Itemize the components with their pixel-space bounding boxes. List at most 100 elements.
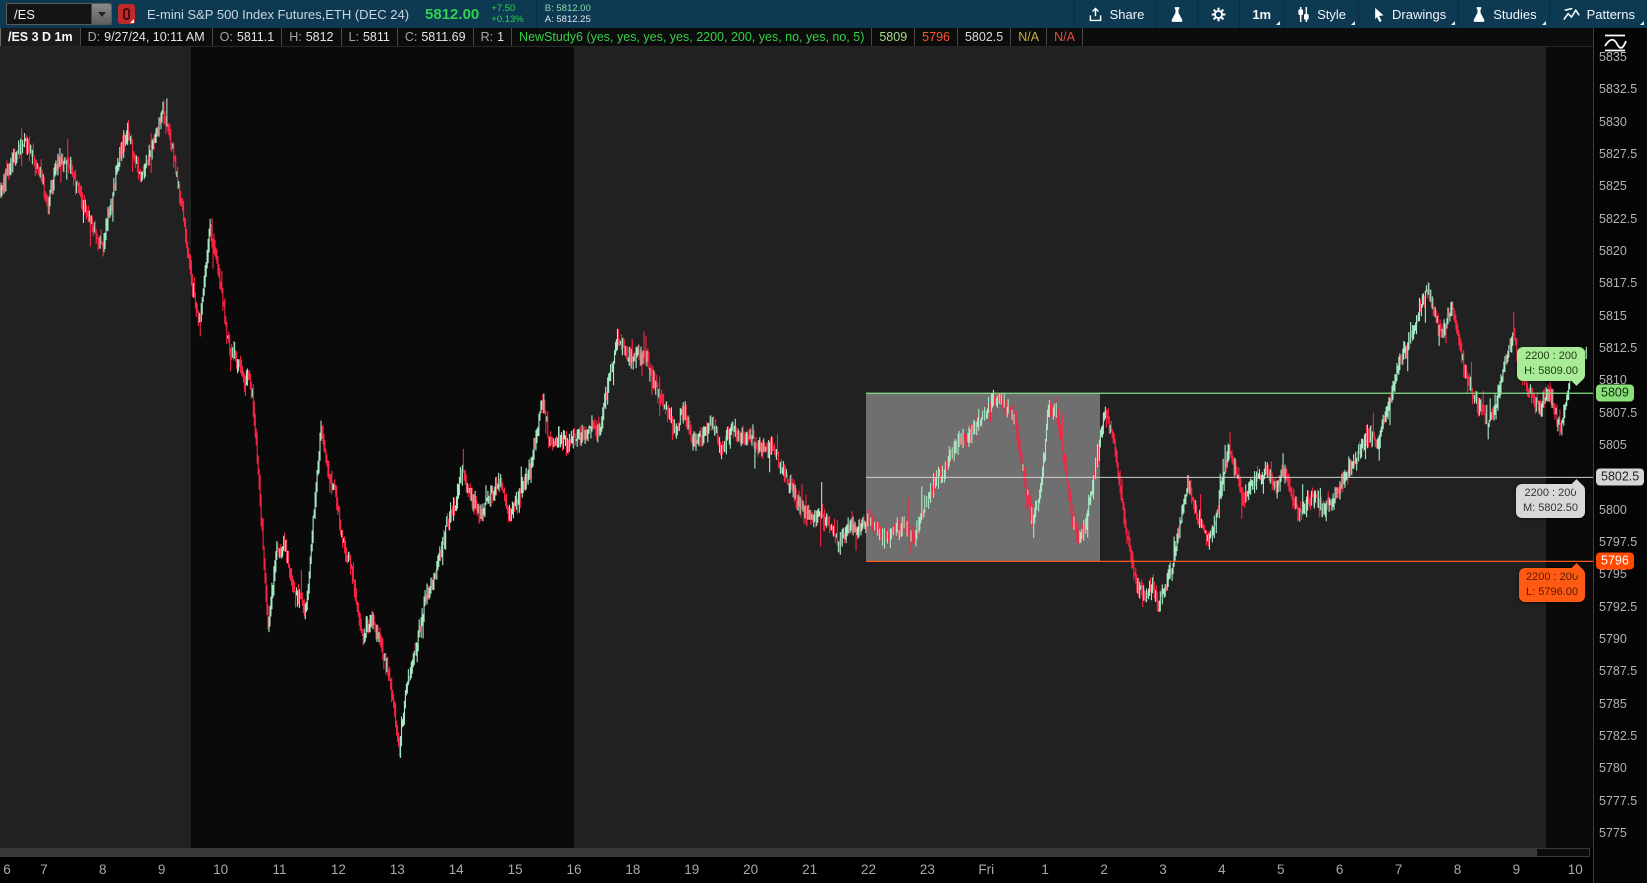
price-tick-label: 5797.5 xyxy=(1599,535,1637,549)
ohlc-high-cell: H:5812 xyxy=(282,28,341,46)
time-tick-label: 4 xyxy=(1218,862,1226,877)
price-change-pct: +0.13% xyxy=(491,14,524,25)
chart-h-scrollbar[interactable] xyxy=(0,848,1590,857)
time-tick-label: 6 xyxy=(1336,862,1344,877)
price-change: +7.50 xyxy=(491,3,524,14)
time-tick-label: 3 xyxy=(1159,862,1167,877)
ohlc-date-cell: D:9/27/24, 10:11 AM xyxy=(81,28,213,46)
time-tick-label: 10 xyxy=(213,862,228,877)
time-tick-label: 7 xyxy=(1395,862,1403,877)
price-tick-label: 5792.5 xyxy=(1599,600,1637,614)
studies-label: Studies xyxy=(1493,7,1536,22)
time-axis[interactable]: 678910111213141516181920212223Fri1234567… xyxy=(0,858,1593,883)
patterns-button[interactable]: Patterns xyxy=(1550,0,1647,28)
bid-value: B: 5812.00 xyxy=(545,3,591,14)
time-tick-label: 9 xyxy=(1513,862,1521,877)
time-tick-label: 2 xyxy=(1100,862,1108,877)
ask-value: A: 5812.25 xyxy=(545,14,591,25)
instrument-title: E-mini S&P 500 Index Futures,ETH (DEC 24… xyxy=(147,7,409,22)
last-price: 5812.00 xyxy=(425,6,479,23)
study-level-callout[interactable]: 2200 : 200L: 5796.00 xyxy=(1519,568,1585,602)
time-tick-label: 1 xyxy=(1041,862,1049,877)
price-tick-label: 5807.5 xyxy=(1599,406,1637,420)
study-level-axis-pill: 5796 xyxy=(1596,553,1634,570)
timeframe-button[interactable]: 1m xyxy=(1240,0,1283,28)
time-tick-label: 16 xyxy=(566,862,581,877)
cursor-icon xyxy=(1371,6,1386,23)
price-tick-label: 5812.5 xyxy=(1599,341,1637,355)
ohlc-low-cell: L:5811 xyxy=(342,28,398,46)
study-mid-value: 5802.5 xyxy=(958,28,1011,46)
price-tick-label: 5800 xyxy=(1599,503,1627,517)
price-tick-label: 5785 xyxy=(1599,697,1627,711)
time-tick-label: 6 xyxy=(3,862,11,877)
style-sliders-icon xyxy=(1296,6,1311,23)
alert-flag-button[interactable] xyxy=(118,4,135,24)
price-tick-label: 5805 xyxy=(1599,438,1627,452)
candlestick-chart xyxy=(0,47,1593,848)
time-tick-label: Fri xyxy=(978,862,994,877)
study-low-value: 5796 xyxy=(915,28,958,46)
time-tick-label: 12 xyxy=(331,862,346,877)
drawings-button[interactable]: Drawings xyxy=(1359,0,1458,28)
flag-icon xyxy=(123,8,130,20)
ohlc-close-cell: C:5811.69 xyxy=(398,28,474,46)
study-high-value: 5809 xyxy=(872,28,915,46)
price-axis[interactable]: 58355832.558305827.558255822.558205817.5… xyxy=(1593,28,1647,883)
price-tick-label: 5787.5 xyxy=(1599,664,1637,678)
bid-ask-stack: B: 5812.00 A: 5812.25 xyxy=(545,3,591,25)
study-level-callout[interactable]: 2200 : 200M: 5802.50 xyxy=(1516,484,1585,518)
price-tick-label: 5815 xyxy=(1599,309,1627,323)
study-na-value-2: N/A xyxy=(1047,28,1083,46)
time-tick-label: 5 xyxy=(1277,862,1285,877)
flask-icon xyxy=(1169,6,1185,23)
price-tick-label: 5835 xyxy=(1599,50,1627,64)
style-button[interactable]: Style xyxy=(1284,0,1358,28)
time-tick-label: 19 xyxy=(684,862,699,877)
pattern-zigzag-icon xyxy=(1562,6,1581,23)
time-tick-label: 11 xyxy=(272,862,286,877)
chevron-down-icon xyxy=(98,12,106,17)
symbol-input[interactable]: /ES xyxy=(6,3,112,25)
time-tick-label: 8 xyxy=(1454,862,1462,877)
style-label: Style xyxy=(1317,7,1346,22)
timeframe-label: 1m xyxy=(1252,7,1271,22)
time-tick-label: 23 xyxy=(920,862,935,877)
time-tick-label: 13 xyxy=(390,862,405,877)
price-tick-label: 5832.5 xyxy=(1599,82,1637,96)
study-na-value-1: N/A xyxy=(1011,28,1047,46)
gear-icon xyxy=(1210,6,1227,23)
time-tick-label: 14 xyxy=(449,862,464,877)
study-level-callout[interactable]: 2200 : 200H: 5809.00 xyxy=(1517,347,1585,381)
chart-descriptor: /ES 3 D 1m xyxy=(0,28,81,46)
patterns-label: Patterns xyxy=(1587,7,1635,22)
chart-plot-area[interactable] xyxy=(0,47,1593,848)
symbol-dropdown-button[interactable] xyxy=(91,4,111,24)
ohlc-range-cell: R:1 xyxy=(474,28,512,46)
studies-button[interactable]: Studies xyxy=(1459,0,1548,28)
study-parameters[interactable]: NewStudy6 (yes, yes, yes, yes, 2200, 200… xyxy=(512,28,872,46)
price-tick-label: 5790 xyxy=(1599,632,1627,646)
price-tick-label: 5777.5 xyxy=(1599,794,1637,808)
scrollbar-thumb[interactable] xyxy=(1,849,1537,856)
time-tick-label: 10 xyxy=(1568,862,1583,877)
quick-study-button[interactable] xyxy=(1157,0,1197,28)
share-label: Share xyxy=(1110,7,1145,22)
ohlc-open-cell: O:5811.1 xyxy=(213,28,283,46)
time-tick-label: 18 xyxy=(625,862,640,877)
price-tick-label: 5822.5 xyxy=(1599,212,1637,226)
chart-info-row: /ES 3 D 1m D:9/27/24, 10:11 AM O:5811.1 … xyxy=(0,28,1647,47)
time-tick-label: 20 xyxy=(743,862,758,877)
time-tick-label: 21 xyxy=(802,862,817,877)
price-tick-label: 5825 xyxy=(1599,179,1627,193)
price-tick-label: 5820 xyxy=(1599,244,1627,258)
chart-settings-button[interactable] xyxy=(1198,0,1239,28)
top-toolbar: /ES E-mini S&P 500 Index Futures,ETH (DE… xyxy=(0,0,1647,28)
price-tick-label: 5827.5 xyxy=(1599,147,1637,161)
time-tick-label: 9 xyxy=(158,862,166,877)
flask-icon xyxy=(1471,6,1487,23)
study-level-axis-pill: 5809 xyxy=(1596,385,1634,402)
time-tick-label: 15 xyxy=(508,862,523,877)
study-level-axis-pill: 5802.5 xyxy=(1596,469,1644,486)
share-button[interactable]: Share xyxy=(1075,0,1157,28)
